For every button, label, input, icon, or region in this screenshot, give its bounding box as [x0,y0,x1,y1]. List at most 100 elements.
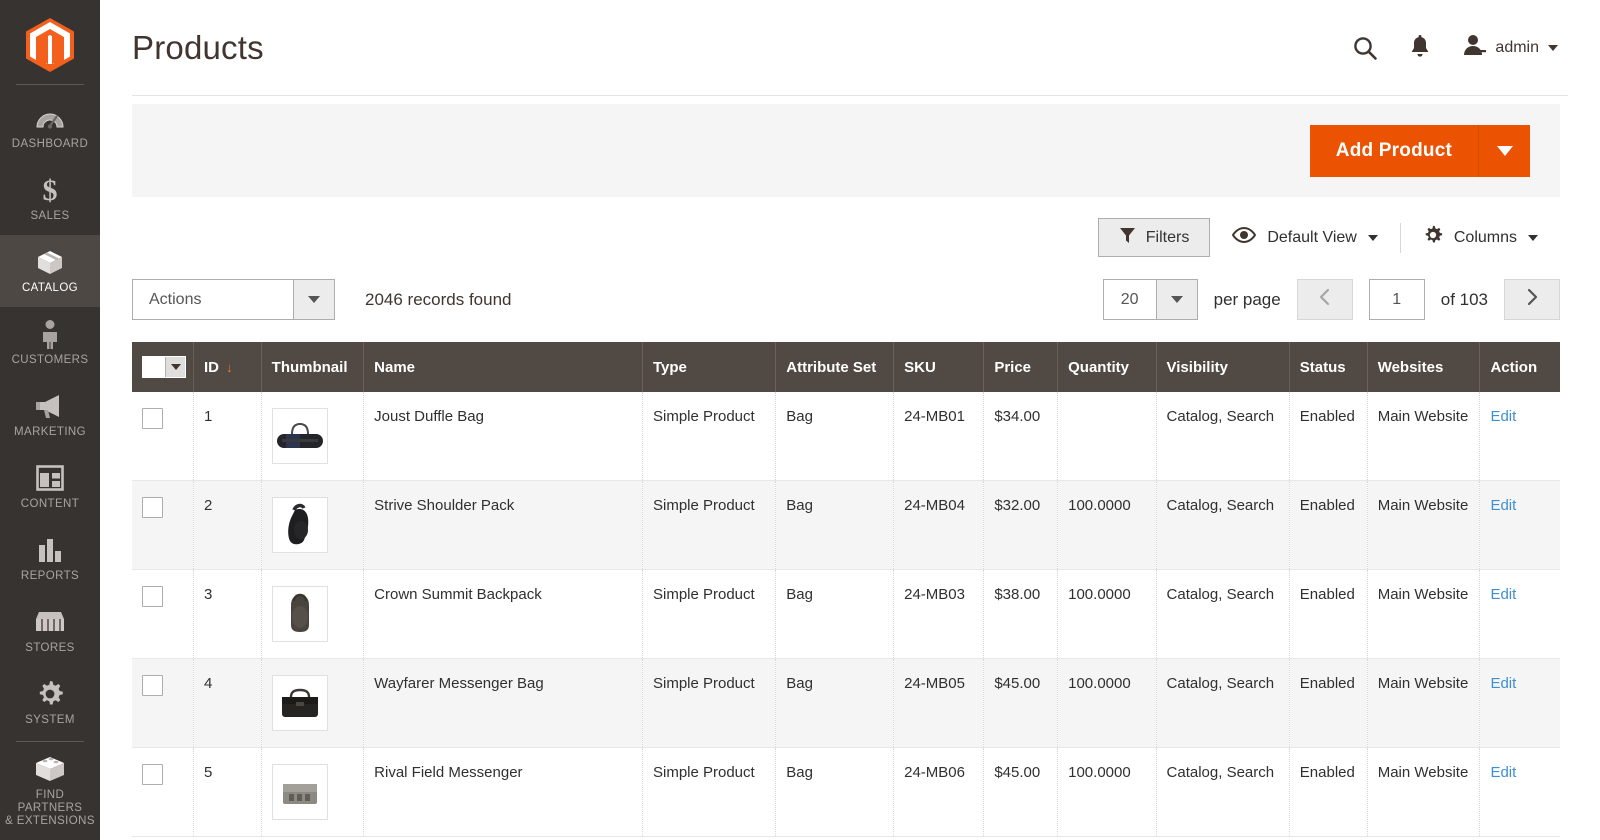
cell-websites: Main Website [1367,658,1481,748]
cell-attribute-set: Bag [775,569,895,659]
page-header: Products admin [100,0,1600,95]
table-row[interactable]: 2 Strive Shoulder Pack Simple Product Bag 24… [132,480,1560,570]
column-label: SKU [904,358,936,376]
sidebar-item-dashboard[interactable]: DASHBOARD [0,91,100,163]
column-header-thumbnail[interactable]: Thumbnail [261,342,365,392]
column-header-id[interactable]: ID ↓ [193,342,262,392]
add-product-dropdown-toggle[interactable] [1478,124,1530,177]
current-page-input[interactable]: 1 [1368,279,1425,320]
grid-header: ID ↓ Thumbnail Name Type Attribute Set SK… [132,342,1560,392]
row-checkbox[interactable] [142,408,163,429]
sidebar-item-content[interactable]: CONTENT [0,451,100,523]
pagination-controls: 20 per page 1 of 103 [1102,279,1560,320]
table-row[interactable]: 4 Wayfarer Messenger Bag Simple Product Bag… [132,658,1560,748]
add-product-button[interactable]: Add Product [1309,124,1478,177]
edit-link[interactable]: Edit [1490,408,1516,425]
cell-id: 1 [193,392,262,481]
filters-button[interactable]: Filters [1097,218,1211,257]
cell-status: Enabled [1289,747,1368,837]
sidebar-item-catalog[interactable]: CATALOG [0,235,100,307]
select-all-control[interactable] [142,356,186,378]
add-product-split-button: Add Product [1309,124,1530,177]
magento-logo[interactable] [0,8,100,82]
cell-id: 4 [193,658,262,748]
backpack-thumbnail[interactable] [271,586,328,642]
sidebar-item-find-partners-extensions[interactable]: FIND PARTNERS & EXTENSIONS [0,748,100,834]
edit-link[interactable]: Edit [1490,764,1516,781]
column-label: Price [994,358,1032,376]
sidebar-item-marketing[interactable]: MARKETING [0,379,100,451]
cell-id: 3 [193,569,262,659]
gear-icon [36,679,64,709]
next-page-button[interactable] [1504,279,1560,320]
column-header-type[interactable]: Type [642,342,777,392]
bell-icon[interactable] [1408,34,1432,61]
column-label: Quantity [1068,358,1129,376]
column-header-status[interactable]: Status [1289,342,1368,392]
grid-header-row: ID ↓ Thumbnail Name Type Attribute Set SK… [132,342,1560,392]
row-checkbox[interactable] [142,497,163,518]
previous-page-button[interactable] [1296,279,1353,320]
chevron-down-icon [1548,44,1558,51]
sidebar-item-reports[interactable]: REPORTS [0,523,100,595]
duffle-bag-thumbnail[interactable] [271,408,328,464]
admin-user-menu[interactable]: admin [1462,34,1558,61]
edit-link[interactable]: Edit [1490,497,1516,514]
cell-name: Crown Summit Backpack [363,569,643,659]
admin-page: DASHBOARD $ SALES CATALOG CUSTOMERS MARK… [0,0,1600,840]
sidebar-item-system[interactable]: SYSTEM [0,667,100,739]
column-header-name[interactable]: Name [363,342,643,392]
sidebar-item-sales[interactable]: $ SALES [0,163,100,235]
table-row[interactable]: 3 Crown Summit Backpack Simple Product Bag 2… [132,569,1560,659]
messenger-bag-thumbnail[interactable] [271,675,328,731]
column-header-sku[interactable]: SKU [893,342,985,392]
select-all-checkbox[interactable] [143,357,165,377]
column-header-attribute-set[interactable]: Attribute Set [775,342,895,392]
columns-selector[interactable]: Columns [1401,225,1560,250]
column-header-price[interactable]: Price [983,342,1059,392]
actions-select-arrow[interactable] [293,280,334,319]
per-page-value: 20 [1120,290,1139,308]
grid-toolbar: Filters Default View Columns [132,218,1560,257]
row-checkbox[interactable] [142,764,163,785]
column-header-visibility[interactable]: Visibility [1156,342,1290,392]
edit-link[interactable]: Edit [1490,675,1516,692]
actions-select[interactable]: Actions [132,279,335,320]
column-label: Visibility [1166,358,1228,376]
sidebar-item-stores[interactable]: STORES [0,595,100,667]
cell-visibility: Catalog, Search [1156,658,1290,748]
select-all-dropdown[interactable] [165,357,185,377]
default-view-selector[interactable]: Default View [1210,226,1400,248]
field-messenger-thumbnail[interactable] [271,764,328,820]
sidebar-divider-top [16,84,84,85]
cell-type: Simple Product [642,747,777,837]
column-header-websites[interactable]: Websites [1367,342,1481,392]
column-header-quantity[interactable]: Quantity [1057,342,1157,392]
grid-left-controls: Actions 2046 records found [132,279,512,320]
cell-quantity: 100.0000 [1057,480,1157,570]
shoulder-pack-thumbnail[interactable] [271,497,328,553]
total-pages-label: of 103 [1440,289,1488,309]
table-row[interactable]: 5 Rival Field Messenger Simple Product Bag 2… [132,747,1560,837]
cell-type: Simple Product [642,480,777,570]
sidebar-item-customers[interactable]: CUSTOMERS [0,307,100,379]
cell-visibility: Catalog, Search [1156,392,1290,481]
cell-price: $38.00 [983,569,1059,659]
table-row[interactable]: 1 Joust Duffle Bag Simple Product Bag 24-MB0… [132,392,1560,481]
cell-visibility: Catalog, Search [1156,569,1290,659]
sidebar-item-label: CATALOG [21,282,79,294]
actions-select-value: Actions [149,290,202,308]
cell-name: Joust Duffle Bag [363,392,643,481]
search-icon[interactable] [1352,35,1378,61]
per-page-select[interactable]: 20 [1102,279,1198,320]
column-label: ID [204,358,219,376]
column-header-select [132,342,194,392]
cell-id: 2 [193,480,262,570]
edit-link[interactable]: Edit [1490,586,1516,603]
sidebar-item-label: SALES [30,210,70,222]
row-checkbox[interactable] [142,586,163,607]
columns-label: Columns [1453,228,1517,246]
per-page-select-arrow[interactable] [1155,280,1197,319]
row-checkbox[interactable] [142,675,163,696]
grid-body: 1 Joust Duffle Bag Simple Product Bag 24-MB0… [132,392,1560,837]
